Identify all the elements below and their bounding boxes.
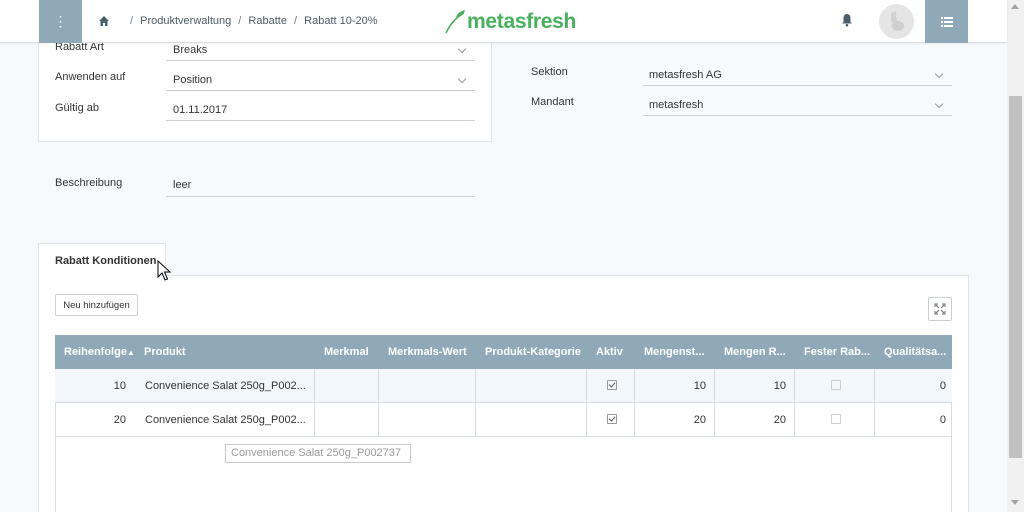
checkbox-aktiv[interactable] bbox=[607, 414, 617, 424]
cell-divider bbox=[794, 403, 795, 437]
cell-divider bbox=[634, 403, 635, 437]
chevron-down-icon[interactable] bbox=[934, 99, 944, 109]
cell-divider bbox=[586, 369, 587, 403]
checkbox-fester-rabatt[interactable] bbox=[831, 414, 841, 424]
gueltig-ab-field[interactable]: 01.11.2017 bbox=[173, 104, 227, 116]
cell-qualitaetsabzug[interactable]: 0 bbox=[940, 369, 946, 403]
cell-produkt[interactable]: Convenience Salat 250g_P002... bbox=[145, 369, 310, 403]
column-header-aktiv[interactable]: Aktiv bbox=[596, 335, 623, 369]
expand-icon bbox=[934, 303, 946, 315]
cell-mengen-rabatt[interactable]: 20 bbox=[774, 403, 786, 437]
cell-divider bbox=[314, 369, 315, 403]
cell-qualitaetsabzug[interactable]: 0 bbox=[940, 403, 946, 437]
column-header-mengen-rabatt[interactable]: Mengen R... bbox=[724, 335, 794, 369]
breadcrumb: / Produktverwaltung / Rabatte / Rabatt 1… bbox=[130, 15, 378, 27]
rabbit-icon bbox=[890, 10, 904, 31]
chevron-down-icon[interactable] bbox=[934, 69, 944, 79]
column-header-mengenstaffel[interactable]: Mengenst... bbox=[644, 335, 714, 369]
table-header: Reihenfolge▲ Produkt Merkmal Merkmals-We… bbox=[55, 335, 952, 369]
mandant-field[interactable]: metasfresh bbox=[649, 99, 703, 111]
field-underline bbox=[166, 60, 475, 61]
leaf-icon bbox=[445, 10, 465, 34]
rabatt-art-field[interactable]: Breaks bbox=[173, 44, 207, 56]
cell-divider bbox=[314, 403, 315, 437]
cell-divider bbox=[714, 403, 715, 437]
breadcrumb-item-rabatte[interactable]: Rabatte bbox=[248, 15, 287, 27]
scroll-thumb[interactable] bbox=[1009, 96, 1022, 458]
vertical-dots-icon: ⋮ bbox=[53, 13, 68, 29]
cell-mengenstaffel[interactable]: 20 bbox=[694, 403, 706, 437]
cell-divider bbox=[475, 369, 476, 403]
cell-divider bbox=[714, 369, 715, 403]
cell-divider bbox=[874, 369, 875, 403]
table-row[interactable]: 20 Convenience Salat 250g_P002... 20 20 … bbox=[55, 403, 952, 437]
field-underline bbox=[166, 196, 475, 197]
home-icon[interactable] bbox=[98, 15, 110, 27]
checkbox-fester-rabatt[interactable] bbox=[831, 380, 841, 390]
column-header-merkmal[interactable]: Merkmal bbox=[324, 335, 369, 369]
mouse-cursor-icon bbox=[157, 260, 171, 281]
cell-divider bbox=[874, 403, 875, 437]
actions-menu-button[interactable] bbox=[925, 0, 968, 43]
bell-icon[interactable] bbox=[841, 13, 853, 27]
column-header-qualitaetsabzug[interactable]: Qualitätsa... bbox=[884, 335, 952, 369]
cell-reihenfolge[interactable]: 10 bbox=[114, 369, 126, 403]
cell-tooltip: Convenience Salat 250g_P002737 bbox=[225, 444, 411, 463]
sidebar-menu-button[interactable]: ⋮ bbox=[39, 0, 82, 43]
scroll-up-arrow-icon[interactable] bbox=[1011, 4, 1019, 9]
gueltig-ab-label: Gültig ab bbox=[55, 102, 100, 114]
beschreibung-field[interactable]: leer bbox=[173, 179, 191, 191]
checkbox-aktiv[interactable] bbox=[607, 380, 617, 390]
column-header-produkt-kategorie[interactable]: Produkt-Kategorie bbox=[485, 335, 581, 369]
cell-divider bbox=[586, 403, 587, 437]
column-header-reihenfolge[interactable]: Reihenfolge▲ bbox=[64, 335, 135, 369]
cell-produkt[interactable]: Convenience Salat 250g_P002... bbox=[145, 403, 310, 437]
anwenden-auf-label: Anwenden auf bbox=[55, 71, 126, 83]
sektion-label: Sektion bbox=[531, 66, 568, 78]
breadcrumb-item-produktverwaltung[interactable]: Produktverwaltung bbox=[140, 15, 231, 27]
list-icon bbox=[940, 16, 953, 27]
sort-asc-icon: ▲ bbox=[126, 348, 135, 357]
cell-reihenfolge[interactable]: 20 bbox=[114, 403, 126, 437]
metasfresh-logo[interactable]: metasfresh bbox=[444, 8, 576, 36]
cell-divider bbox=[794, 369, 795, 403]
mandant-label: Mandant bbox=[531, 96, 574, 108]
top-header: ⋮ / Produktverwaltung / Rabatte / Rabatt… bbox=[0, 0, 1007, 43]
field-underline bbox=[166, 120, 475, 121]
avatar[interactable] bbox=[879, 4, 914, 39]
field-underline bbox=[166, 90, 475, 91]
field-underline bbox=[643, 115, 952, 116]
cell-divider bbox=[378, 369, 379, 403]
field-underline bbox=[643, 85, 952, 86]
fullscreen-button[interactable] bbox=[928, 297, 952, 321]
column-header-merkmals-wert[interactable]: Merkmals-Wert bbox=[388, 335, 467, 369]
tab-rabatt-konditionen[interactable]: Rabatt Konditionen bbox=[38, 243, 166, 276]
table-row[interactable]: 10 Convenience Salat 250g_P002... 10 10 … bbox=[55, 369, 952, 403]
sektion-field[interactable]: metasfresh AG bbox=[649, 69, 722, 81]
page-scrollbar[interactable] bbox=[1007, 0, 1024, 512]
breadcrumb-item-current[interactable]: Rabatt 10-20% bbox=[304, 15, 377, 27]
tab-label: Rabatt Konditionen bbox=[55, 255, 157, 267]
cell-divider bbox=[634, 369, 635, 403]
cell-mengen-rabatt[interactable]: 10 bbox=[774, 369, 786, 403]
cell-divider bbox=[378, 403, 379, 437]
scroll-down-arrow-icon[interactable] bbox=[1011, 500, 1019, 505]
anwenden-auf-field[interactable]: Position bbox=[173, 74, 212, 86]
add-new-button[interactable]: Neu hinzufügen bbox=[55, 294, 138, 316]
cell-mengenstaffel[interactable]: 10 bbox=[694, 369, 706, 403]
column-header-produkt[interactable]: Produkt bbox=[144, 335, 186, 369]
column-header-fester-rabatt[interactable]: Fester Rab... bbox=[804, 335, 876, 369]
beschreibung-label: Beschreibung bbox=[55, 177, 123, 189]
cell-divider bbox=[475, 403, 476, 437]
